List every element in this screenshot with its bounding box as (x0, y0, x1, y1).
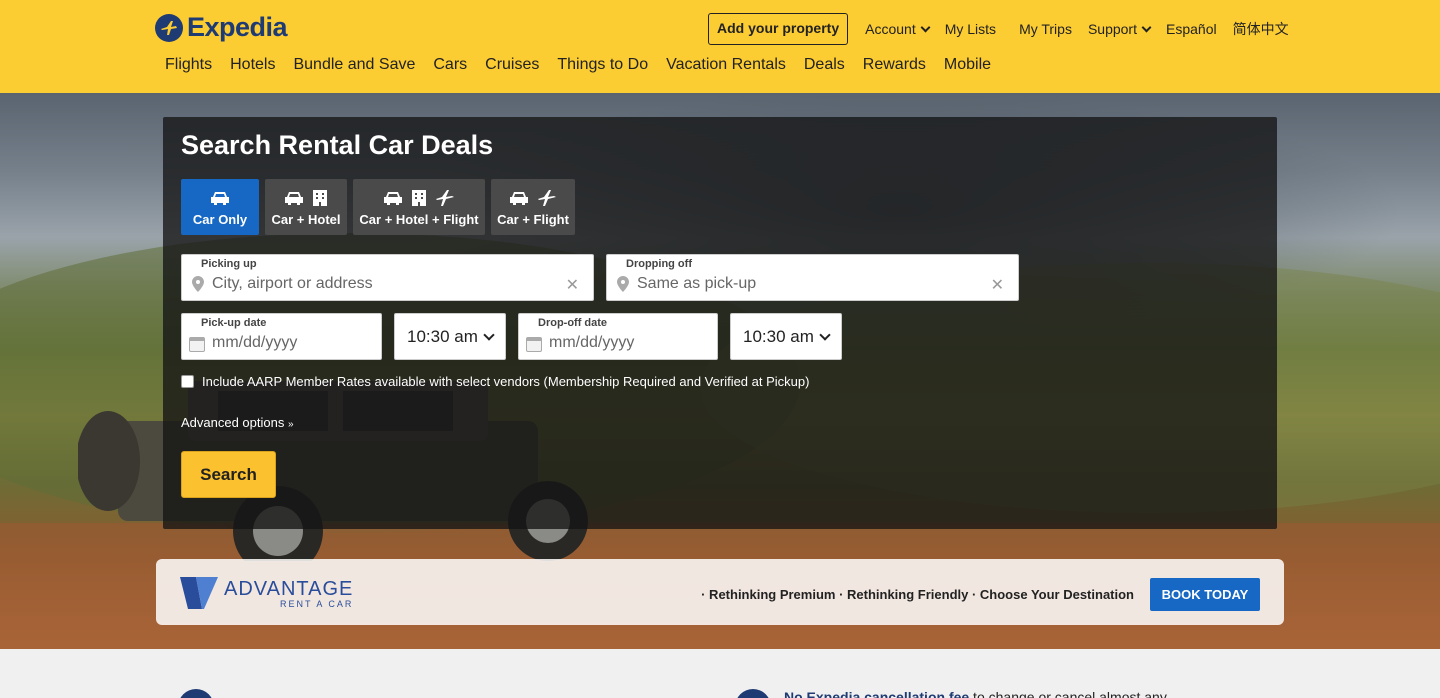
nav-hotels[interactable]: Hotels (230, 56, 275, 74)
car-icon (285, 191, 303, 205)
location-pin-icon (192, 276, 204, 292)
advantage-brand: ADVANTAGE (224, 577, 354, 600)
add-property-button[interactable]: Add your property (708, 13, 849, 45)
features-section: No Expedia cancellation fee to change or… (0, 649, 1440, 698)
car-icon (211, 191, 229, 205)
aarp-label: Include AARP Member Rates available with… (202, 374, 810, 389)
aarp-checkbox[interactable] (181, 375, 194, 388)
hotel-icon (412, 189, 426, 206)
account-menu[interactable]: Account (865, 21, 931, 37)
advanced-options-label: Advanced options (181, 415, 285, 430)
pickup-time-select[interactable]: 10:30 am (394, 313, 506, 360)
pickup-date-field[interactable]: Pick-up date (181, 313, 382, 360)
nav-cruises[interactable]: Cruises (485, 56, 539, 74)
dropoff-date-input[interactable] (549, 334, 709, 352)
airplane-icon (436, 189, 454, 206)
nav-cars[interactable]: Cars (433, 56, 467, 74)
plane-globe-icon (155, 13, 183, 42)
aarp-option: Include AARP Member Rates available with… (181, 374, 809, 389)
hotel-icon (313, 189, 327, 206)
tab-label: Car + Flight (497, 211, 569, 227)
tab-car-only[interactable]: Car Only (181, 179, 259, 235)
trip-type-tabs: Car Only Car + Hotel Car + Hotel + Fligh… (181, 179, 575, 235)
language-espanol-link[interactable]: Español (1166, 21, 1217, 37)
picking-up-label: Picking up (201, 258, 257, 270)
nav-bundle-and-save[interactable]: Bundle and Save (293, 56, 415, 74)
calendar-icon (526, 337, 542, 352)
site-header: Expedia Add your property Account My Lis… (0, 0, 1440, 93)
double-chevron-down-icon: » (287, 419, 294, 430)
feature-rest: to change or cancel almost any (969, 689, 1167, 698)
nav-vacation-rentals[interactable]: Vacation Rentals (666, 56, 786, 74)
clear-icon[interactable]: ✕ (566, 275, 579, 295)
pickup-date-label: Pick-up date (201, 317, 267, 329)
nav-mobile[interactable]: Mobile (944, 56, 991, 74)
support-label: Support (1087, 21, 1137, 37)
feature-icon (735, 689, 771, 698)
chevron-down-icon (483, 328, 495, 341)
dropping-off-field[interactable]: Dropping off ✕ (606, 254, 1019, 301)
tab-label: Car Only (192, 211, 248, 227)
car-icon (510, 191, 528, 205)
language-chinese-link[interactable]: 简体中文 (1233, 19, 1289, 39)
utility-nav: Add your property Account My Lists My Tr… (708, 13, 1305, 45)
chevron-down-icon (920, 22, 931, 32)
car-icon (384, 191, 402, 205)
dropoff-date-field[interactable]: Drop-off date (518, 313, 718, 360)
tab-car-hotel[interactable]: Car + Hotel (265, 179, 347, 235)
main-nav: Flights Hotels Bundle and Save Cars Crui… (165, 56, 991, 74)
dropoff-time-value: 10:30 am (743, 326, 814, 346)
picking-up-field[interactable]: Picking up ✕ (181, 254, 594, 301)
advantage-logo: ADVANTAGE RENT A CAR (180, 577, 353, 609)
nav-rewards[interactable]: Rewards (863, 56, 926, 74)
dropoff-date-label: Drop-off date (538, 317, 608, 329)
my-lists-link[interactable]: My Lists (945, 21, 996, 37)
feature-text: No Expedia cancellation fee to change or… (784, 689, 1167, 698)
clear-icon[interactable]: ✕ (991, 275, 1004, 295)
advantage-brand-sub: RENT A CAR (280, 598, 354, 609)
logo-text: Expedia (187, 12, 288, 42)
nav-flights[interactable]: Flights (165, 56, 212, 74)
book-today-button[interactable]: BOOK TODAY (1150, 578, 1260, 611)
airplane-icon (538, 189, 556, 206)
feature-icon (178, 689, 214, 698)
calendar-icon (189, 337, 205, 352)
banner-tagline: · Rethinking Premium · Rethinking Friend… (701, 587, 1134, 602)
expedia-logo[interactable]: Expedia (155, 12, 288, 43)
tab-car-hotel-flight[interactable]: Car + Hotel + Flight (353, 179, 485, 235)
dropping-off-input[interactable] (637, 275, 967, 293)
nav-deals[interactable]: Deals (804, 56, 845, 74)
nav-things-to-do[interactable]: Things to Do (557, 56, 648, 74)
chevron-down-icon (819, 328, 831, 341)
panel-title: Search Rental Car Deals (181, 130, 494, 160)
tab-label: Car + Hotel (271, 211, 341, 227)
pickup-date-input[interactable] (212, 334, 372, 352)
advantage-logo-mark (180, 577, 218, 609)
search-panel: Search Rental Car Deals Car Only Car + H… (163, 117, 1277, 529)
search-button[interactable]: Search (181, 451, 276, 498)
advantage-ad-banner[interactable]: ADVANTAGE RENT A CAR · Rethinking Premiu… (156, 559, 1284, 625)
picking-up-input[interactable] (212, 275, 542, 293)
tab-label: Car + Hotel + Flight (359, 211, 479, 227)
chevron-down-icon (1141, 22, 1152, 32)
pickup-time-value: 10:30 am (407, 326, 478, 346)
account-label: Account (865, 21, 916, 37)
support-menu[interactable]: Support (1087, 21, 1152, 37)
tab-car-flight[interactable]: Car + Flight (491, 179, 575, 235)
dropping-off-label: Dropping off (626, 258, 692, 270)
feature-bold: No Expedia cancellation fee (784, 689, 970, 698)
advanced-options-toggle[interactable]: Advanced options » (181, 415, 294, 430)
location-pin-icon (617, 276, 629, 292)
my-trips-link[interactable]: My Trips (1019, 21, 1072, 37)
dropoff-time-select[interactable]: 10:30 am (730, 313, 842, 360)
